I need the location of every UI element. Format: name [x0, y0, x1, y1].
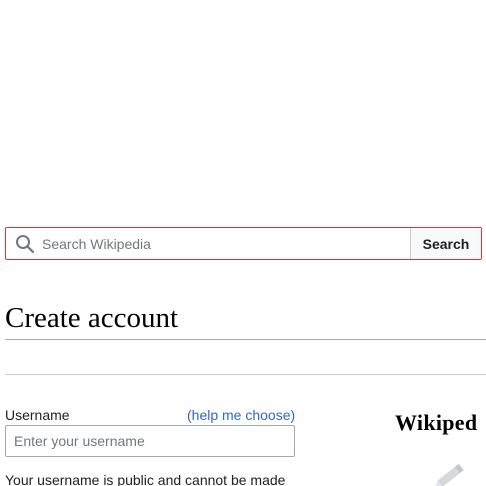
title-divider [5, 339, 486, 340]
page-title: Create account [5, 302, 179, 334]
username-label: Username [5, 407, 70, 423]
search-icon [16, 235, 35, 254]
search-input[interactable] [6, 228, 410, 259]
create-account-page: Search Create account Username (help me … [0, 0, 486, 486]
section-divider [5, 374, 486, 375]
search-button[interactable]: Search [410, 228, 481, 259]
help-me-choose-link[interactable]: (help me choose) [187, 407, 295, 423]
search-bar: Search [5, 227, 482, 260]
username-input[interactable] [5, 425, 295, 457]
search-field [6, 228, 410, 259]
wikipedia-wordmark: Wikiped [395, 410, 478, 435]
pencil-icon [435, 463, 464, 486]
username-note: Your username is public and cannot be ma… [5, 472, 286, 486]
